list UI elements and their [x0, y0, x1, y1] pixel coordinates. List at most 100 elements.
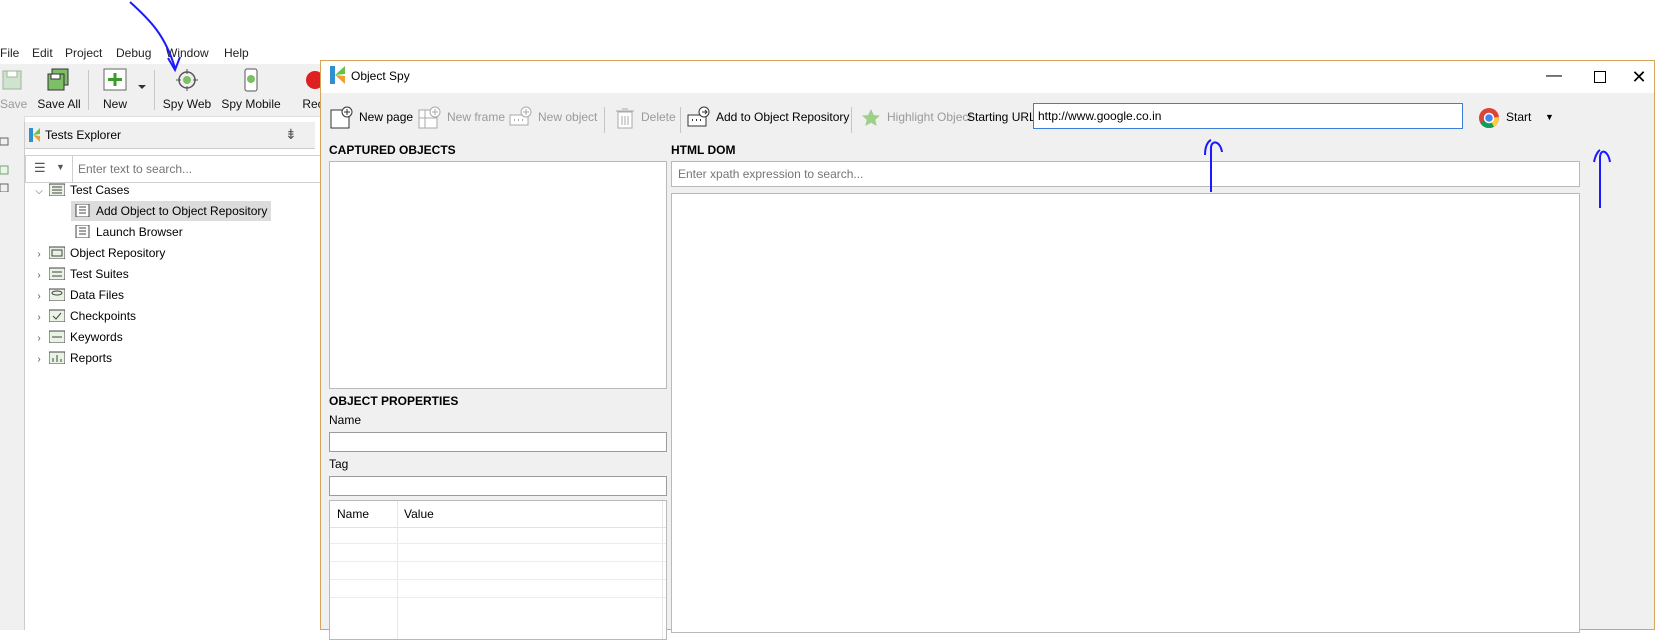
tree-item-label: Keywords [70, 330, 123, 344]
object-properties-title: OBJECT PROPERTIES [329, 394, 459, 408]
chrome-icon [1479, 107, 1499, 128]
add-to-repository-label: Add to Object Repository [716, 110, 850, 124]
data-files-icon [49, 288, 65, 301]
menu-bar: File Edit Project Debug Window Help [0, 44, 330, 64]
toolbar-separator [88, 70, 89, 110]
search-divider [72, 156, 73, 182]
save-button[interactable]: Save [0, 68, 27, 111]
add-icon [103, 68, 127, 91]
new-dropdown-button[interactable] [136, 80, 148, 94]
chevron-right-icon[interactable]: › [33, 329, 45, 349]
add-to-repository-icon [687, 106, 710, 127]
start-label: Start [1506, 110, 1532, 124]
spy-toolbar: New page New frame New object Delete Add… [321, 99, 1654, 133]
tree-item-add-object[interactable]: Add Object to Object Repository [71, 201, 272, 221]
spy-web-label: Spy Web [162, 97, 212, 111]
delete-button[interactable]: Delete [614, 105, 676, 129]
explorer-tab[interactable]: Tests Explorer ⇟ [25, 122, 315, 149]
menu-window[interactable]: Window [166, 46, 209, 60]
explorer-tab-title: Tests Explorer [45, 128, 122, 142]
tree-item-test-suites[interactable]: › Test Suites [33, 264, 129, 286]
tag-field[interactable] [329, 476, 667, 496]
close-icon[interactable]: ✕ [1623, 61, 1655, 93]
table-row [330, 561, 666, 562]
save-all-icon [47, 68, 69, 91]
new-page-icon [330, 106, 353, 129]
object-spy-window: Object Spy — ✕ New page New frame New ob… [320, 60, 1655, 640]
minimize-icon[interactable]: — [1531, 61, 1577, 93]
new-frame-label: New frame [447, 110, 506, 124]
chevron-right-icon[interactable]: › [33, 245, 45, 265]
column-divider [662, 501, 663, 639]
captured-objects-tree[interactable] [329, 161, 667, 389]
spy-web-button[interactable]: Spy Web [162, 68, 212, 111]
start-button[interactable]: Start [1477, 105, 1531, 129]
tests-explorer-panel: Tests Explorer ⇟ ☰ ▼ ⌵ Test Cases Add Obj… [24, 122, 331, 630]
html-dom-tree[interactable] [671, 193, 1580, 633]
target-icon [176, 69, 198, 91]
save-all-label: Save All [37, 97, 81, 111]
tree-item-reports[interactable]: › Reports [33, 348, 112, 368]
name-label: Name [329, 413, 362, 427]
menu-project[interactable]: Project [65, 46, 102, 60]
toolbar-separator [851, 107, 852, 133]
tree-item-keywords[interactable]: › Keywords [33, 327, 123, 349]
new-frame-icon [418, 106, 441, 129]
collapse-icon[interactable]: ⇟ [285, 126, 297, 143]
menu-debug[interactable]: Debug [116, 46, 151, 60]
toolbar-separator [680, 107, 681, 133]
starting-url-label: Starting URL [967, 110, 1036, 124]
chevron-right-icon[interactable]: › [33, 266, 45, 286]
new-object-button[interactable]: New object [509, 105, 597, 129]
tree-item-label: Add Object to Object Repository [96, 204, 268, 218]
toolbar-separator [604, 107, 605, 133]
tree-item-label: Checkpoints [70, 309, 137, 323]
name-field[interactable] [329, 432, 667, 452]
html-dom-title: HTML DOM [671, 143, 736, 157]
left-side-strip [0, 116, 25, 630]
properties-table[interactable]: Name Value [329, 500, 667, 640]
filter-icon[interactable]: ☰ [34, 160, 46, 176]
column-divider [397, 501, 398, 639]
save-all-button[interactable]: Save All [36, 68, 82, 111]
tree-item-label: Test Suites [70, 267, 129, 281]
captured-objects-title: CAPTURED OBJECTS [329, 143, 456, 157]
chevron-down-icon[interactable]: ▼ [1545, 105, 1554, 129]
tree-item-label: Launch Browser [96, 225, 183, 239]
tree-item-object-repository[interactable]: › Object Repository [33, 243, 165, 263]
toolbar-separator [154, 70, 155, 110]
starting-url-input[interactable] [1033, 103, 1463, 129]
chevron-down-icon[interactable]: ▼ [56, 162, 65, 172]
tree-item-checkpoints[interactable]: › Checkpoints [33, 306, 136, 326]
tree-item-data-files[interactable]: › Data Files [33, 285, 124, 305]
chevron-right-icon[interactable]: › [33, 308, 45, 328]
chevron-right-icon[interactable]: › [33, 287, 45, 307]
tree-item-launch-browser[interactable]: Launch Browser [71, 222, 183, 242]
new-label: New [102, 97, 127, 111]
explorer-search-input[interactable] [76, 159, 320, 179]
menu-edit[interactable]: Edit [32, 46, 53, 60]
trash-icon [616, 108, 634, 129]
highlight-object-button[interactable]: Highlight Object [860, 105, 972, 129]
menu-help[interactable]: Help [224, 46, 249, 60]
column-header-value[interactable]: Value [404, 507, 434, 521]
tag-label: Tag [329, 457, 349, 471]
checkpoints-icon [49, 309, 65, 322]
maximize-icon[interactable] [1577, 61, 1623, 93]
main-toolbar: Save Save All New Spy Web Spy Mobile Rec [0, 64, 330, 117]
mobile-spy-icon [244, 68, 258, 92]
chevron-down-icon[interactable]: ⌵ [33, 182, 45, 202]
chevron-right-icon[interactable]: › [33, 350, 45, 370]
menu-file[interactable]: File [0, 46, 19, 60]
column-header-name[interactable]: Name [337, 507, 369, 521]
spy-mobile-button[interactable]: Spy Mobile [220, 68, 282, 111]
new-button[interactable]: New [98, 68, 132, 111]
add-to-repository-button[interactable]: Add to Object Repository [687, 105, 849, 129]
xpath-search-input[interactable] [671, 161, 1580, 187]
new-frame-button[interactable]: New frame [418, 105, 505, 129]
new-page-button[interactable]: New page [330, 105, 413, 129]
spy-title-bar: Object Spy — ✕ [321, 61, 1654, 93]
test-case-icon [75, 204, 90, 217]
tree-item-test-cases[interactable]: ⌵ Test Cases [33, 180, 129, 200]
view-icons [0, 137, 9, 192]
